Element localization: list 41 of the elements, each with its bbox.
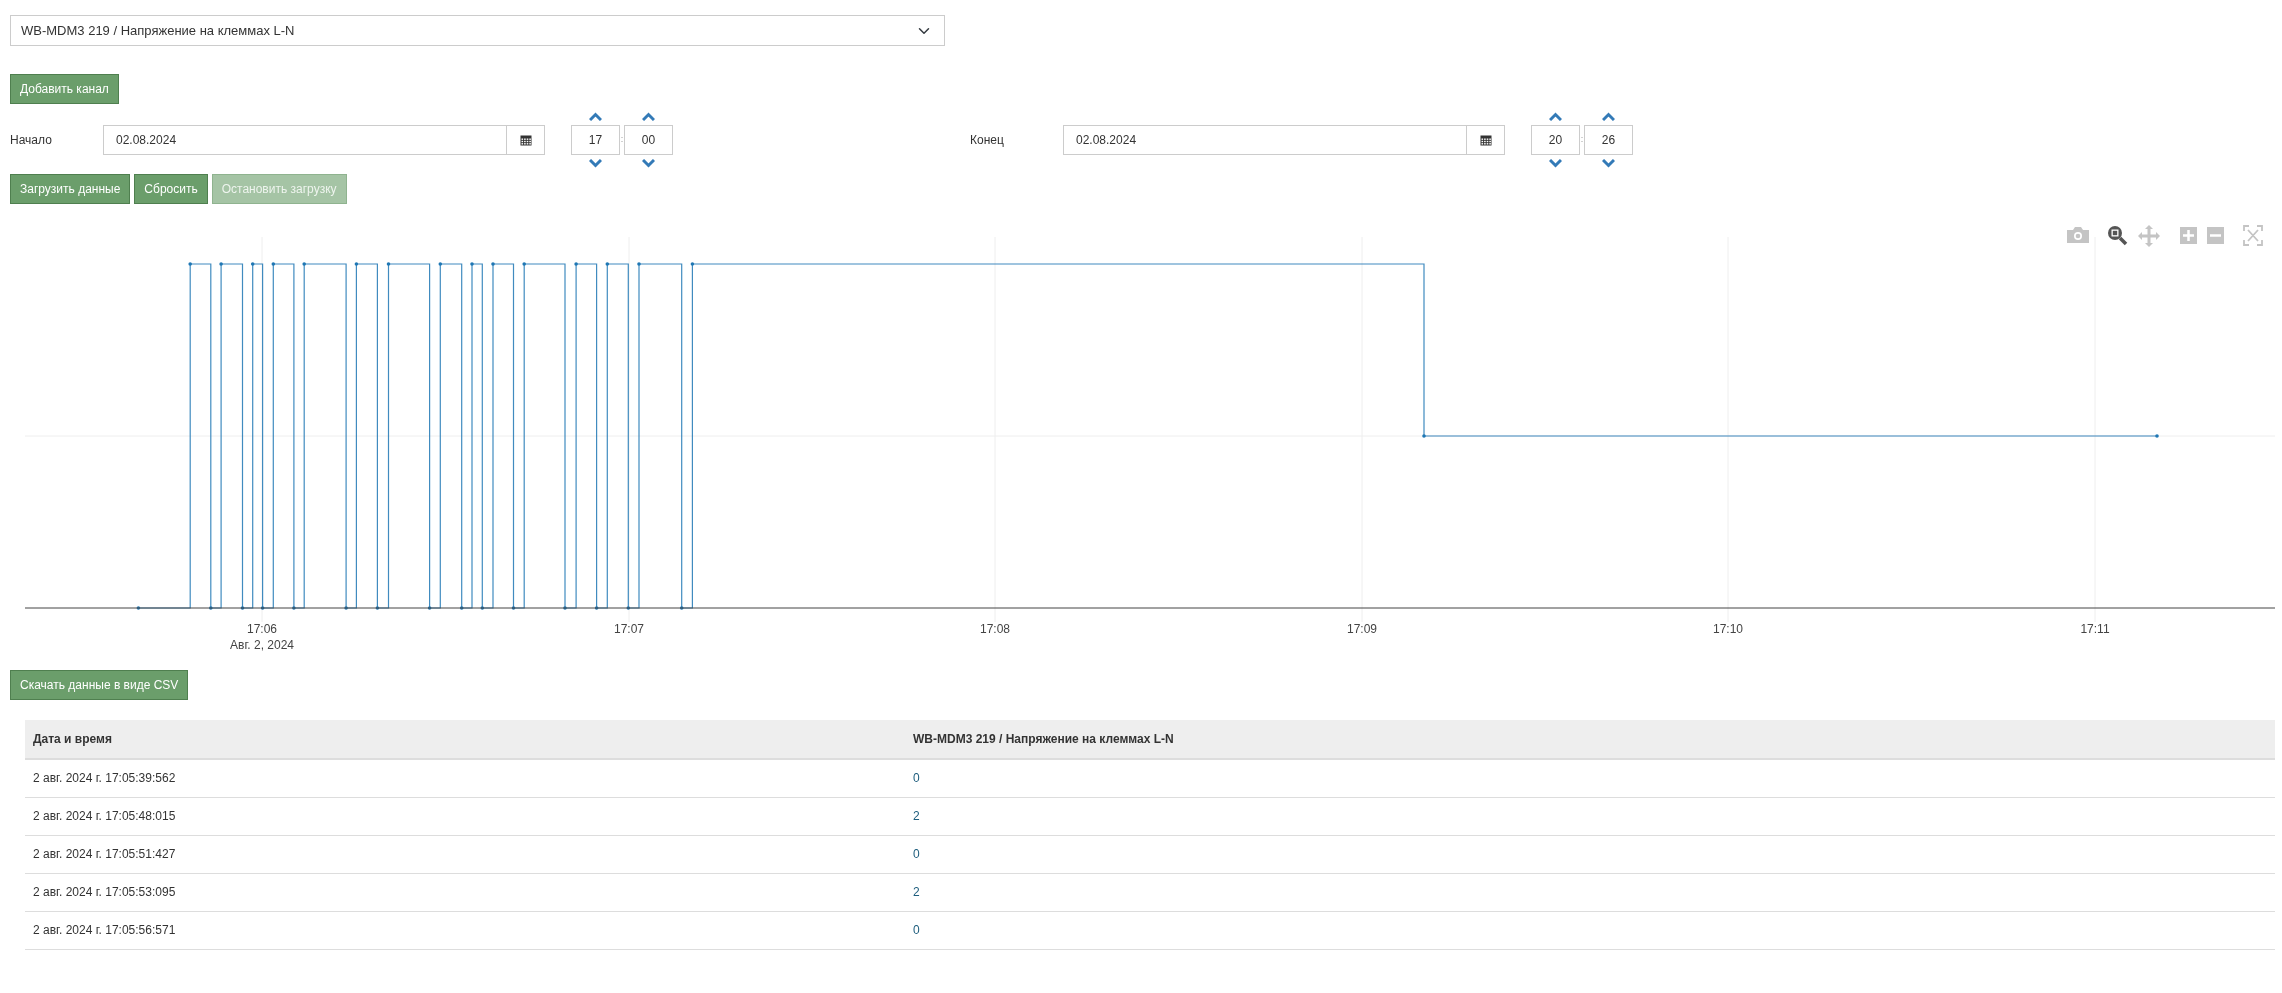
decrement-button[interactable] [642, 159, 655, 168]
x-tick-label: 17:07 [614, 622, 644, 636]
table-cell: 2 авг. 2024 г. 17:05:48:015 [25, 797, 905, 836]
decrement-button[interactable] [1602, 159, 1615, 168]
hours-field[interactable]: 17 [571, 125, 620, 155]
x-tick-label: 17:06 [247, 622, 277, 636]
channel-select[interactable]: WB-MDM3 219 / Напряжение на клеммах L-N [10, 15, 945, 46]
x-tick-label: 17:09 [1347, 622, 1377, 636]
increment-button[interactable] [642, 112, 655, 121]
x-tick-label: 17:10 [1713, 622, 1743, 636]
table-cell: 0 [905, 911, 2275, 950]
range-label: Начало [10, 132, 53, 149]
range-label: Конец [970, 132, 1005, 149]
x-date-label: Авг. 2, 2024 [230, 638, 294, 652]
column-header: Дата и время [25, 720, 905, 759]
time-separator: : [1580, 133, 1584, 147]
zoom-icon[interactable] [2108, 226, 2128, 246]
x-tick-label: 17:11 [2080, 622, 2110, 636]
table-cell: 2 авг. 2024 г. 17:05:53:095 [25, 873, 905, 912]
time-separator: : [620, 133, 624, 147]
minutes-field[interactable]: 00 [624, 125, 673, 155]
calendar-button[interactable] [1467, 125, 1505, 155]
increment-button[interactable] [1549, 112, 1562, 121]
table-cell: 2 авг. 2024 г. 17:05:56:571 [25, 911, 905, 950]
table-cell: 0 [905, 759, 2275, 798]
table-cell: 2 авг. 2024 г. 17:05:51:427 [25, 835, 905, 874]
table-cell: 0 [905, 835, 2275, 874]
decrement-button[interactable] [589, 159, 602, 168]
calendar-icon [519, 134, 532, 146]
increment-button[interactable] [589, 112, 602, 121]
column-header: WB-MDM3 219 / Напряжение на клеммах L-N [905, 720, 2275, 759]
increment-button[interactable] [1602, 112, 1615, 121]
table-cell: 2 авг. 2024 г. 17:05:39:562 [25, 759, 905, 798]
minutes-field[interactable]: 26 [1584, 125, 1633, 155]
calendar-icon [1479, 134, 1492, 146]
x-tick-label: 17:08 [980, 622, 1010, 636]
calendar-button[interactable] [507, 125, 545, 155]
hours-field[interactable]: 20 [1531, 125, 1580, 155]
decrement-button[interactable] [1549, 159, 1562, 168]
table-cell: 2 [905, 873, 2275, 912]
table-cell: 2 [905, 797, 2275, 836]
